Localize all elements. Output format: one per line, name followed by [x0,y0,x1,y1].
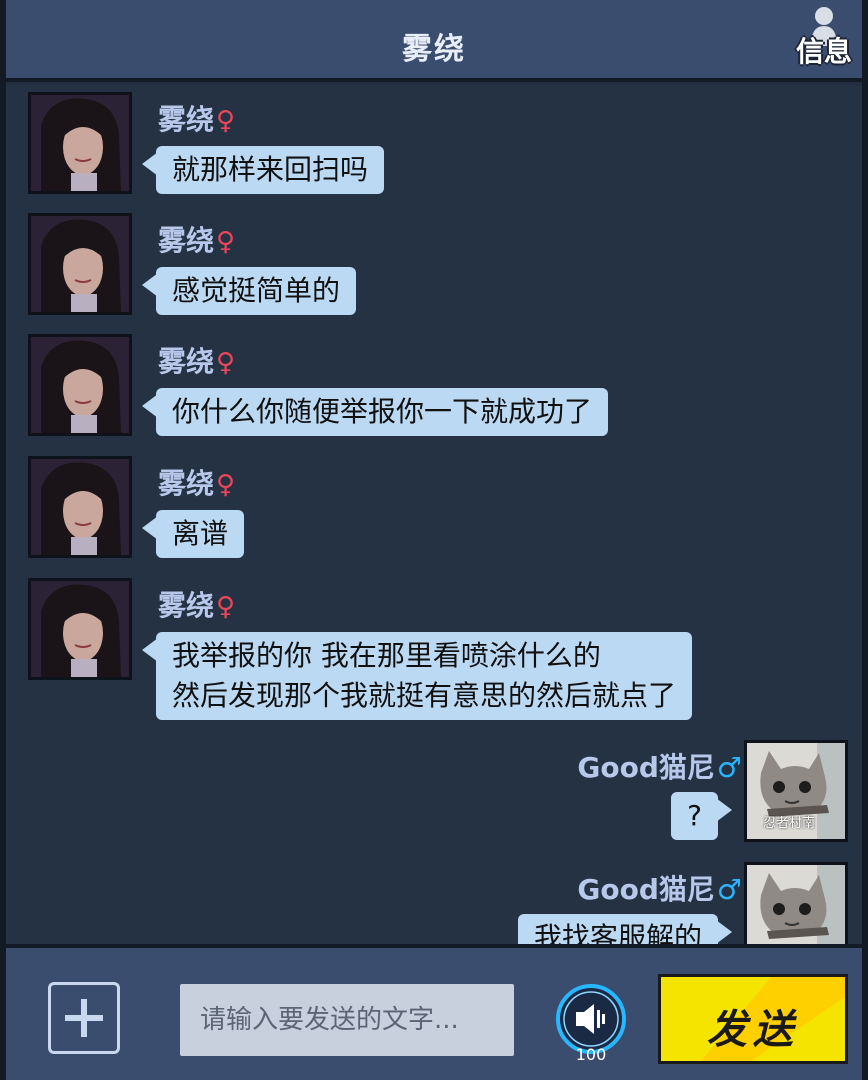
avatar-portrait-icon [31,459,129,555]
avatar[interactable] [28,213,132,315]
female-icon: ♀ [216,227,236,257]
female-icon: ♀ [216,106,236,136]
sender-name: 雾绕♀ [158,467,236,500]
avatar[interactable] [28,92,132,194]
message-bubble: 我举报的你 我在那里看喷涂什么的 然后发现那个我就挺有意思的然后就点了 [141,632,693,720]
chat-message-list[interactable]: 雾绕♀ 就那样来回扫吗 雾绕♀ 感觉挺简单的 雾绕♀ 你什么你随便举报你一下就成… [6,86,862,944]
plus-icon [65,999,103,1037]
sender-name: Good猫尼♂ [577,751,742,784]
chat-header: 雾绕 信息 [6,0,862,82]
message-bubble: 我找客服解的 [517,914,733,944]
message-bubble: 就那样来回扫吗 [141,146,385,194]
send-button[interactable]: 发送 [658,974,848,1064]
sender-name: Good猫尼♂ [577,873,742,906]
info-label: 信息 [795,35,852,68]
avatar-portrait-icon [31,337,129,433]
message-bubble: 感觉挺简单的 [141,267,357,315]
chat-title: 雾绕 [402,32,466,67]
avatar[interactable]: 忍者村南 [744,740,848,842]
sender-name: 雾绕♀ [158,345,236,378]
avatar[interactable] [28,456,132,558]
message-line: 然后发现那个我就挺有意思的然后就点了 [172,679,677,712]
avatar-portrait-icon [31,216,129,312]
avatar-caption: 忍者村南 [763,816,816,831]
avatar-portrait-icon [31,95,129,191]
message-line: 我举报的你 我在那里看喷涂什么的 [172,639,601,672]
male-icon: ♂ [716,751,742,784]
sender-name: 雾绕♀ [158,589,236,622]
message-bubble: 离谱 [141,510,245,558]
message-input[interactable] [180,984,514,1056]
female-icon: ♀ [216,348,236,378]
info-button[interactable]: 信息 [792,4,856,72]
input-bar: 100 发送 [6,944,862,1080]
voice-count: 100 [575,1045,607,1064]
message-incoming: 雾绕♀ 就那样来回扫吗 [28,92,808,202]
message-incoming: 雾绕♀ 我举报的你 我在那里看喷涂什么的 然后发现那个我就挺有意思的然后就点了 [28,578,808,728]
avatar[interactable] [744,862,848,944]
avatar-cat-icon [747,865,845,944]
message-outgoing: Good猫尼♂ 我找客服解的 [348,862,848,944]
message-bubble: 你什么你随便举报你一下就成功了 [141,388,609,436]
female-icon: ♀ [216,470,236,500]
female-icon: ♀ [216,592,236,622]
sender-name: 雾绕♀ [158,103,236,136]
send-label: 发送 [707,1007,799,1053]
message-bubble: ? [671,792,732,840]
avatar[interactable] [28,334,132,436]
message-incoming: 雾绕♀ 你什么你随便举报你一下就成功了 [28,334,808,444]
voice-button[interactable]: 100 [554,982,628,1064]
add-attachment-button[interactable] [48,982,120,1054]
avatar[interactable] [28,578,132,680]
message-incoming: 雾绕♀ 感觉挺简单的 [28,213,808,323]
message-incoming: 雾绕♀ 离谱 [28,456,808,566]
male-icon: ♂ [716,873,742,906]
sender-name: 雾绕♀ [158,224,236,257]
message-outgoing: 忍者村南 Good猫尼♂ ? [348,740,848,850]
avatar-portrait-icon [31,581,129,677]
